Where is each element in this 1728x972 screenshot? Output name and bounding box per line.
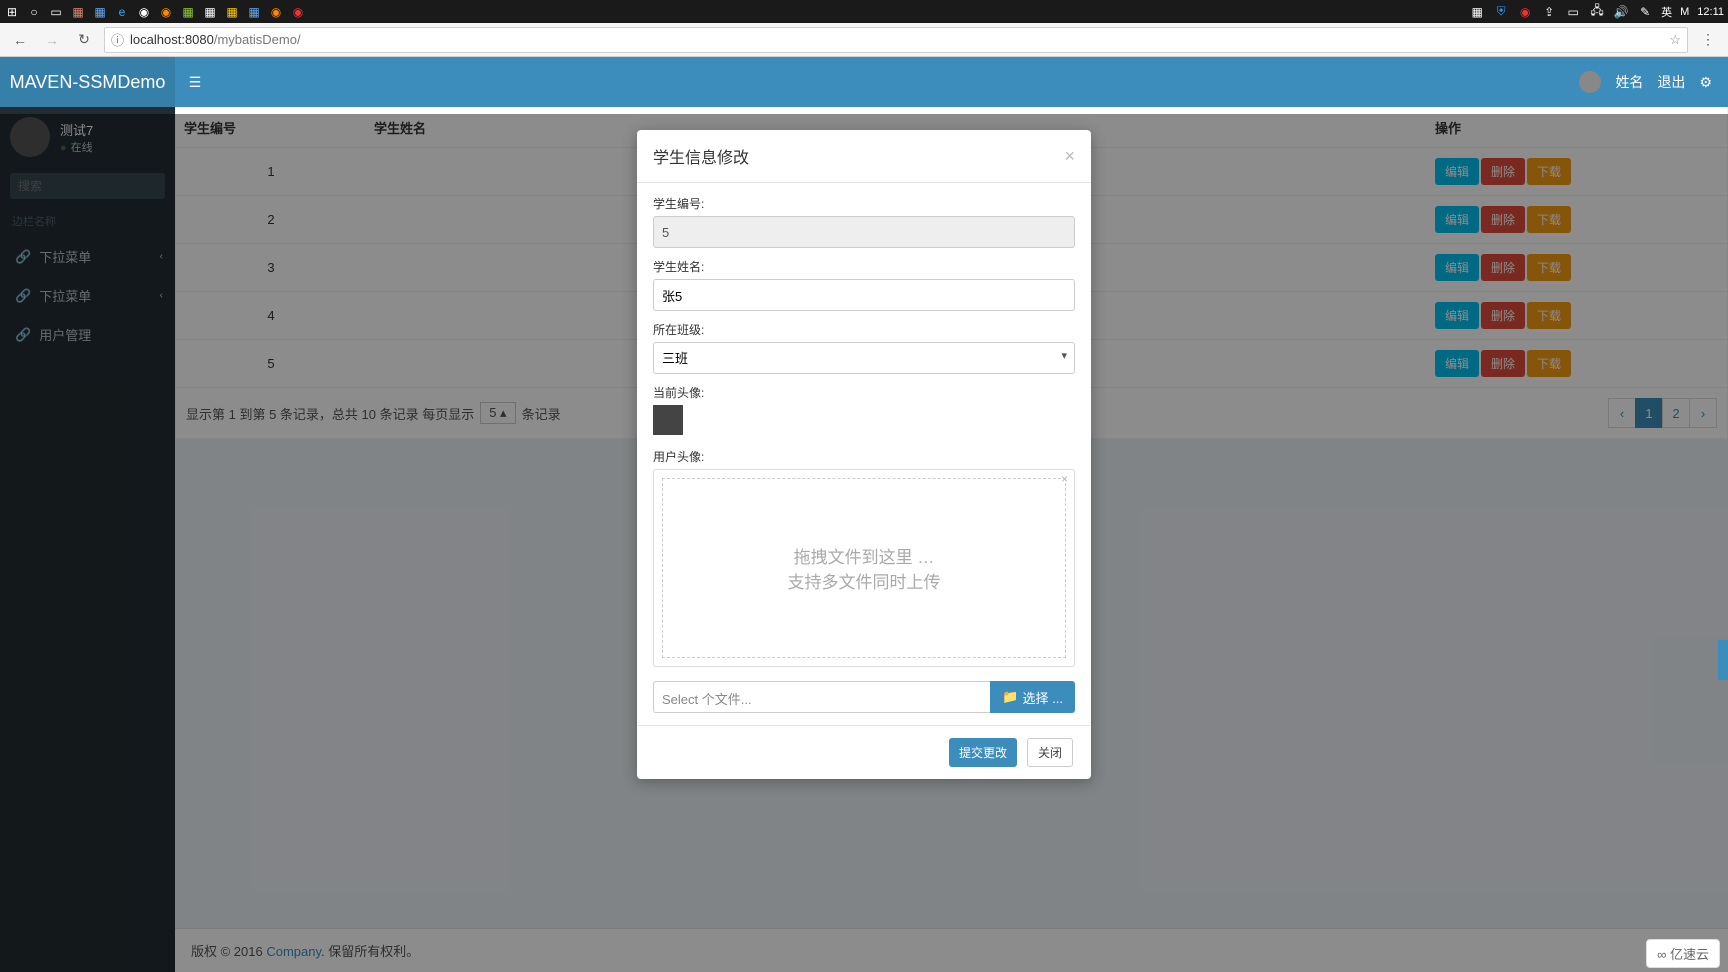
label-user-avatar: 用户头像:	[653, 448, 1075, 465]
app-icon[interactable]: ◉	[290, 4, 306, 20]
battery-icon[interactable]: ▭	[1565, 4, 1581, 20]
reload-button[interactable]: ↻	[72, 28, 96, 52]
os-taskbar: ⊞ ○ ▭ ▦ ▦ e ◉ ◉ ▦ ▦ ▦ ▦ ◉ ◉ ▦ ⛨ ◉ ⇪ ▭ 🖧 …	[0, 0, 1728, 23]
back-button[interactable]: ←	[8, 28, 32, 52]
watermark: ∞ 亿速云	[1646, 939, 1720, 968]
dropzone[interactable]: 拖拽文件到这里 … 支持多文件同时上传	[662, 478, 1066, 658]
folder-icon: 📁	[1002, 689, 1018, 705]
shield-icon[interactable]: ⛨	[1493, 4, 1509, 20]
label-name: 学生姓名:	[653, 258, 1075, 275]
firefox-icon[interactable]: ◉	[158, 4, 174, 20]
site-info-icon[interactable]: ⓘ	[111, 30, 124, 49]
menu-button[interactable]: ⋮	[1696, 28, 1720, 52]
sidebar-toggle[interactable]: ☰	[175, 74, 215, 91]
app-navbar: MAVEN-SSMDemo ☰ 姓名 退出 ⚙	[0, 57, 1728, 107]
clock[interactable]: 12:11	[1697, 6, 1724, 18]
ime-m[interactable]: M	[1680, 6, 1689, 18]
label-id: 学生编号:	[653, 195, 1075, 212]
submit-button[interactable]: 提交更改	[949, 738, 1017, 767]
file-path-display: Select 个文件...	[653, 681, 990, 713]
url-host: localhost:8080	[130, 32, 214, 47]
app-logo[interactable]: MAVEN-SSMDemo	[0, 57, 175, 107]
app-icon[interactable]: ▦	[224, 4, 240, 20]
label-current-avatar: 当前头像:	[653, 384, 1075, 401]
input-icon[interactable]: ✎	[1637, 4, 1653, 20]
close-button[interactable]: 关闭	[1027, 738, 1073, 767]
app-icon[interactable]: ▦	[202, 4, 218, 20]
usb-icon[interactable]: ⇪	[1541, 4, 1557, 20]
upload-area: × 拖拽文件到这里 … 支持多文件同时上传	[653, 469, 1075, 667]
volume-icon[interactable]: 🔊	[1613, 4, 1629, 20]
student-id-input	[653, 216, 1075, 248]
edge-icon[interactable]: e	[114, 4, 130, 20]
firefox-icon[interactable]: ◉	[268, 4, 284, 20]
file-select-button[interactable]: 📁 选择 ...	[990, 681, 1075, 713]
modal-title: 学生信息修改	[653, 144, 749, 168]
class-select[interactable]: 三班	[653, 342, 1075, 374]
student-name-input[interactable]	[653, 279, 1075, 311]
chrome-icon[interactable]: ◉	[136, 4, 152, 20]
app-icon[interactable]: ▦	[92, 4, 108, 20]
url-path: /mybatisDemo/	[214, 32, 301, 47]
start-icon[interactable]: ⊞	[4, 4, 20, 20]
app-icon[interactable]: ▦	[180, 4, 196, 20]
network-icon[interactable]: 🖧	[1589, 4, 1605, 20]
address-bar[interactable]: ⓘ localhost:8080/mybatisDemo/ ☆	[104, 27, 1688, 53]
gear-icon[interactable]: ⚙	[1699, 74, 1712, 91]
label-class: 所在班级:	[653, 321, 1075, 338]
browser-toolbar: ← → ↻ ⓘ localhost:8080/mybatisDemo/ ☆ ⋮	[0, 23, 1728, 57]
side-tab[interactable]	[1718, 640, 1728, 680]
taskview-icon[interactable]: ▭	[48, 4, 64, 20]
avatar[interactable]	[1579, 71, 1601, 93]
nav-username[interactable]: 姓名	[1615, 72, 1643, 92]
dropzone-text1: 拖拽文件到这里 …	[794, 543, 935, 568]
dropzone-text2: 支持多文件同时上传	[788, 568, 941, 593]
logout-link[interactable]: 退出	[1657, 72, 1685, 92]
close-icon[interactable]: ×	[1064, 146, 1075, 167]
app-icon[interactable]: ▦	[246, 4, 262, 20]
bookmark-icon[interactable]: ☆	[1669, 32, 1681, 48]
tray-icon[interactable]: ◉	[1517, 4, 1533, 20]
ime-lang[interactable]: 英	[1661, 4, 1672, 20]
dropzone-close-icon[interactable]: ×	[1061, 472, 1068, 486]
tray-icon[interactable]: ▦	[1469, 4, 1485, 20]
modal-overlay: 学生信息修改 × 学生编号: 学生姓名: 所在班级: 三班	[0, 114, 1728, 972]
edit-student-modal: 学生信息修改 × 学生编号: 学生姓名: 所在班级: 三班	[637, 130, 1091, 779]
forward-button[interactable]: →	[40, 28, 64, 52]
avatar-preview	[653, 405, 683, 435]
app-icon[interactable]: ▦	[70, 4, 86, 20]
cortana-icon[interactable]: ○	[26, 4, 42, 20]
